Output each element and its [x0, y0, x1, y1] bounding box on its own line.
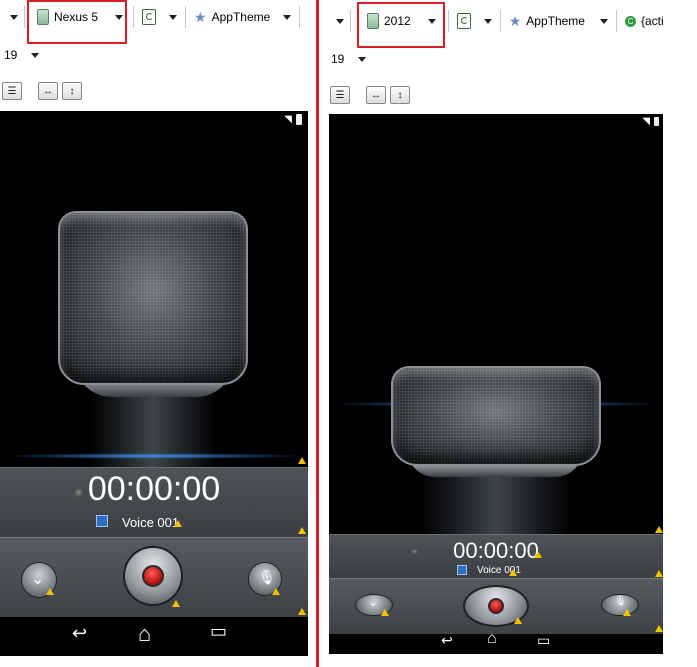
back-icon[interactable]: ↩	[72, 623, 87, 644]
recording-time: 00:00:00	[453, 538, 539, 563]
warning-icon	[514, 617, 522, 624]
toolbar-separator	[447, 10, 449, 32]
navigation-bar: ↩ ⌂ ▭	[329, 630, 663, 654]
microphone-grille	[391, 366, 601, 466]
recording-time: 00:00:00	[87, 470, 221, 508]
theme-label: AppTheme	[526, 14, 585, 28]
fit-height-button[interactable]: ↕	[62, 82, 82, 100]
file-flag-icon	[457, 565, 467, 575]
star-icon: ★	[194, 9, 207, 25]
toolbar-separator	[350, 10, 351, 32]
toolbar-separator	[133, 6, 135, 28]
api-level-label: 19	[4, 48, 18, 62]
wifi-icon: ◥	[642, 116, 650, 127]
chevron-down-icon: ⌄	[368, 595, 379, 609]
navigation-bar: ↩ ⌂ ▭	[0, 617, 308, 656]
activity-label: {acti	[640, 14, 664, 28]
mic-settings-button[interactable]: 🎙	[601, 594, 639, 616]
microphone-settings-icon: 🎙	[614, 596, 627, 607]
wifi-icon: ◥	[284, 114, 292, 125]
file-name-label: Voice 001	[122, 515, 180, 530]
activity-icon: C	[624, 15, 636, 27]
record-dot	[142, 565, 164, 587]
chevron-down-icon	[358, 56, 367, 62]
chevron-down-icon	[283, 14, 292, 20]
battery-icon	[296, 114, 302, 125]
microphone-settings-icon: 🎙	[258, 569, 276, 585]
layout-toggle-button[interactable]: ☰	[330, 86, 350, 104]
blue-glow	[0, 453, 308, 459]
chevron-down-icon	[169, 14, 178, 20]
warning-icon	[534, 551, 542, 558]
warning-icon	[298, 457, 306, 464]
warning-icon	[46, 588, 54, 595]
time-panel: 00:00:00 Voice 001	[0, 467, 308, 538]
file-flag-icon	[96, 515, 108, 527]
warning-icon	[509, 569, 517, 576]
warning-icon	[623, 609, 631, 616]
warning-icon	[381, 609, 389, 616]
microphone-grille	[58, 211, 248, 385]
status-bar: ◥	[284, 114, 302, 125]
warning-icon	[298, 608, 306, 615]
chevron-down-icon[interactable]	[10, 14, 18, 20]
battery-icon	[654, 117, 659, 126]
theme-dropdown[interactable]: ★ AppTheme	[507, 10, 610, 32]
orientation-dropdown[interactable]	[455, 10, 494, 32]
activity-dropdown[interactable]: C {acti	[623, 10, 666, 32]
warning-icon	[272, 588, 280, 595]
control-panel: ⌄ 🎙	[0, 537, 308, 618]
chevron-down-icon: ⌄	[31, 571, 45, 588]
chevron-down-icon[interactable]	[336, 18, 344, 24]
fit-width-button[interactable]: ↔	[366, 86, 386, 104]
api-level-label: 19	[331, 52, 345, 66]
device-highlight-box	[357, 2, 445, 48]
time-panel: 00:00:00 Voice 001	[329, 534, 663, 579]
warning-icon	[174, 520, 182, 527]
fit-height-button[interactable]: ↕	[390, 86, 410, 104]
chevron-down-icon	[31, 52, 40, 58]
recents-icon[interactable]: ▭	[537, 632, 550, 649]
rotate-icon	[456, 13, 471, 29]
theme-label: AppTheme	[211, 10, 271, 24]
left-editor-pane: Nexus 5 ★ AppTheme 19 ☰ ↔ ↕ ◥ 00:00:00 V…	[0, 0, 312, 667]
toolbar-separator	[299, 6, 301, 28]
api-level-dropdown[interactable]: 19	[4, 48, 40, 62]
toolbar-separator	[185, 6, 187, 28]
warning-icon	[172, 600, 180, 607]
back-icon[interactable]: ↩	[441, 632, 453, 649]
chevron-down-icon	[599, 18, 608, 24]
rotate-icon	[142, 9, 157, 25]
warning-icon	[655, 570, 663, 577]
warning-icon	[655, 526, 663, 533]
home-icon[interactable]: ⌂	[487, 630, 497, 648]
status-bar: ◥	[642, 116, 659, 127]
theme-dropdown[interactable]: ★ AppTheme	[192, 6, 293, 28]
warning-icon	[655, 625, 663, 632]
recents-icon[interactable]: ▭	[210, 621, 227, 642]
record-dot	[488, 598, 504, 614]
fit-width-button[interactable]: ↔	[38, 82, 58, 100]
orientation-dropdown[interactable]	[140, 6, 179, 28]
pane-divider	[316, 0, 319, 667]
star-icon: ★	[508, 13, 522, 29]
tablet-2012-screen: ◥ 00:00:00 Voice 001 ⌄ 🎙	[329, 114, 663, 634]
home-icon[interactable]: ⌂	[138, 621, 151, 647]
record-button[interactable]	[123, 546, 183, 606]
toolbar-separator	[24, 6, 25, 28]
layout-toggle-button[interactable]: ☰	[2, 82, 22, 100]
right-editor-pane: 2012 ★ AppTheme C {acti 19 ☰ ↔ ↕ ◥ 00:00…	[322, 0, 697, 667]
toolbar-separator	[615, 10, 617, 32]
toolbar-separator	[499, 10, 501, 32]
api-level-dropdown[interactable]: 19	[331, 52, 367, 66]
nexus5-screen: ◥ 00:00:00 Voice 001 ⌄ 🎙 ↩ ⌂ ▭	[0, 111, 308, 656]
warning-icon	[298, 527, 306, 534]
device-highlight-box	[27, 0, 127, 44]
control-panel: ⌄ 🎙	[329, 578, 663, 634]
chevron-down-icon	[483, 18, 492, 24]
